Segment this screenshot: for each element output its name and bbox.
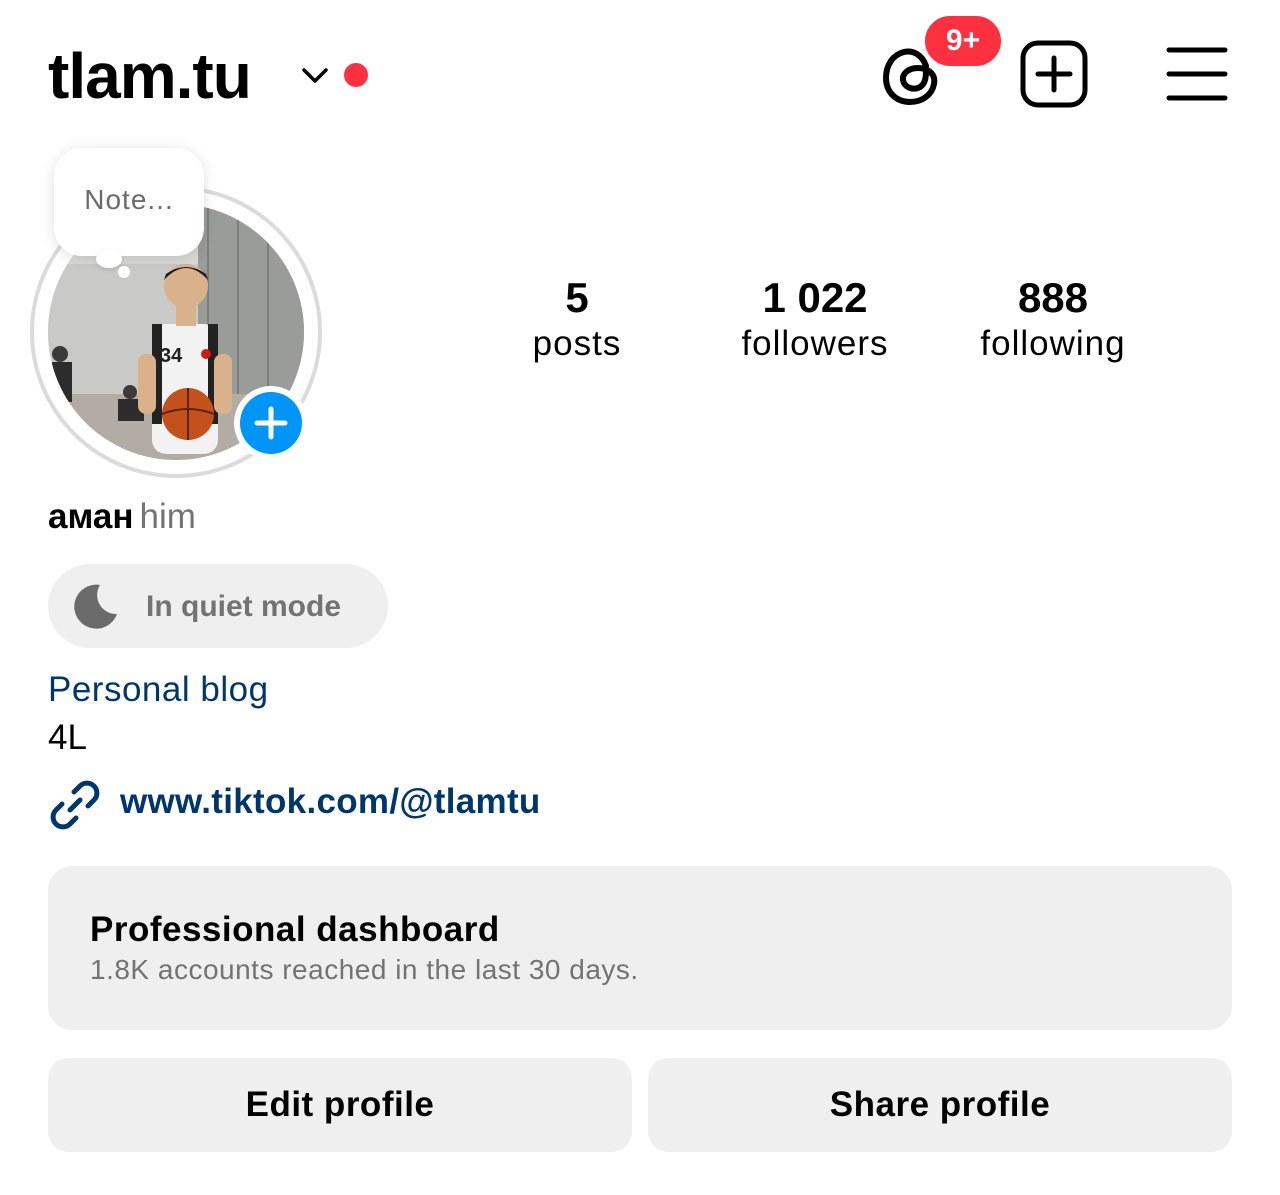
profile-bio: 4L — [48, 718, 87, 757]
posts-label: posts — [532, 324, 622, 363]
share-profile-button[interactable]: Share profile — [648, 1058, 1232, 1152]
professional-dashboard-card[interactable]: Professional dashboard 1.8K accounts rea… — [48, 866, 1232, 1030]
posts-stat[interactable]: 5 posts — [512, 276, 642, 368]
dashboard-subtitle: 1.8K accounts reached in the last 30 day… — [90, 954, 639, 985]
profile-header: tlam.tu 9+ — [0, 0, 1280, 150]
chevron-down-icon[interactable] — [298, 60, 332, 90]
add-content-icon[interactable] — [1018, 38, 1090, 110]
profile-category: Personal blog — [48, 670, 269, 709]
followers-stat[interactable]: 1 022 followers — [725, 276, 905, 368]
threads-badge: 9+ — [921, 12, 1005, 70]
svg-text:34: 34 — [160, 345, 183, 367]
moon-icon — [74, 584, 117, 629]
following-label: following — [980, 324, 1126, 363]
following-stat[interactable]: 888 following — [968, 276, 1138, 368]
display-name: аман — [48, 497, 134, 536]
plus-icon — [240, 392, 302, 454]
dashboard-title: Professional dashboard — [90, 910, 500, 949]
note-bubble-tail-dot — [118, 266, 130, 278]
following-count: 888 — [1017, 274, 1089, 321]
note-bubble[interactable]: Note... — [54, 148, 204, 256]
notification-dot — [344, 63, 368, 87]
edit-profile-button[interactable]: Edit profile — [48, 1058, 632, 1152]
quiet-mode-label: In quiet mode — [146, 590, 341, 623]
add-story-button[interactable] — [234, 386, 308, 460]
followers-label: followers — [741, 324, 889, 363]
link-icon — [50, 780, 100, 830]
note-placeholder: Note... — [84, 184, 174, 215]
note-bubble-tail — [96, 250, 122, 268]
posts-count: 5 — [565, 274, 589, 321]
profile-link[interactable]: www.tiktok.com/@tlamtu — [120, 782, 541, 822]
pronouns: him — [139, 497, 196, 536]
quiet-mode-pill[interactable]: In quiet mode — [48, 564, 388, 648]
profile-name-line: аман him — [48, 496, 196, 538]
username-title[interactable]: tlam.tu — [48, 38, 252, 114]
followers-count: 1 022 — [762, 274, 868, 321]
menu-icon[interactable] — [1165, 44, 1229, 104]
